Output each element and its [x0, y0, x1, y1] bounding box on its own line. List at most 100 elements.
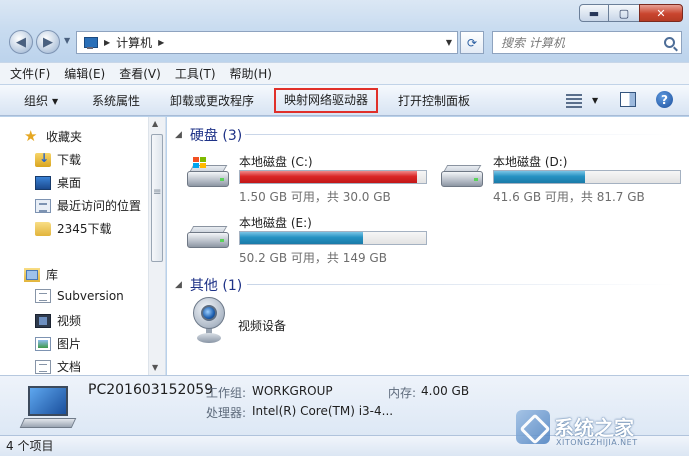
nav-label: 文档	[57, 360, 82, 374]
drive-name: 本地磁盘 (C:)	[239, 155, 313, 169]
memory-label: 内存:	[388, 386, 417, 400]
search-icon[interactable]	[664, 37, 675, 48]
drive-usage-fill	[240, 171, 417, 183]
refresh-icon: ⟳	[466, 35, 478, 50]
hard-drive-icon	[187, 224, 229, 252]
watermark-logo-icon	[516, 410, 550, 444]
section-hard-disks[interactable]: ◢ 硬盘 (3)	[175, 125, 242, 145]
chevron-right-icon[interactable]: ▶	[158, 38, 164, 47]
nav-2345-downloads[interactable]: 2345下载	[35, 220, 112, 237]
view-options-icon[interactable]	[566, 93, 582, 108]
maximize-button[interactable]: ▢	[608, 4, 640, 22]
arrow-left-icon: ◀	[16, 34, 26, 50]
folder-icon	[35, 221, 51, 236]
section-divider	[247, 284, 675, 285]
drive-usage-bar	[493, 170, 681, 184]
menu-tools[interactable]: 工具(T)	[175, 65, 216, 82]
section-title: 硬盘 (3)	[189, 128, 243, 144]
nav-videos[interactable]: 视频	[35, 312, 81, 329]
video-icon	[35, 313, 51, 328]
nav-label: 视频	[57, 314, 82, 328]
recent-pages-dropdown[interactable]: ▼	[64, 36, 70, 45]
drive-usage-bar	[239, 170, 427, 184]
scrollbar-thumb[interactable]	[151, 134, 163, 262]
forward-button[interactable]: ▶	[36, 30, 60, 54]
nav-desktop[interactable]: 桌面	[35, 174, 81, 191]
scroll-down-icon[interactable]: ▼	[152, 363, 158, 372]
section-other[interactable]: ◢ 其他 (1)	[175, 275, 242, 295]
workgroup-value: WORKGROUP	[252, 384, 333, 398]
organize-button[interactable]: 组织 ▼	[24, 92, 58, 109]
hard-drive-icon	[441, 163, 483, 191]
nav-scrollbar[interactable]: ▲ ▼	[148, 117, 165, 375]
minimize-icon: ▬	[588, 6, 600, 20]
chevron-right-icon[interactable]: ▶	[104, 38, 110, 47]
nav-subversion[interactable]: Subversion	[35, 289, 124, 303]
nav-label: 收藏夹	[46, 130, 83, 144]
breadcrumb-computer[interactable]: 计算机	[116, 34, 152, 51]
drive-name: 本地磁盘 (E:)	[239, 216, 312, 230]
drive-usage-bar	[239, 231, 427, 245]
menu-view[interactable]: 查看(V)	[119, 65, 161, 82]
system-properties-button[interactable]: 系统属性	[92, 92, 140, 109]
title-bar: ▬ ▢ ✕ ◀ ▶ ▼ ▶ 计算机 ▶ ▼ ⟳ 搜索 计算机	[0, 0, 689, 62]
menu-edit[interactable]: 编辑(E)	[64, 65, 105, 82]
scroll-up-icon[interactable]: ▲	[152, 119, 158, 128]
nav-downloads[interactable]: 下载	[35, 151, 81, 168]
arrow-right-icon: ▶	[43, 34, 53, 50]
close-icon: ✕	[656, 6, 666, 20]
library-doc-icon	[35, 289, 51, 303]
watermark-text: 系统之家	[554, 416, 634, 440]
item-count: 4 个项目	[6, 439, 54, 453]
open-control-panel-button[interactable]: 打开控制面板	[398, 92, 470, 109]
address-bar[interactable]: ▶ 计算机 ▶ ▼	[76, 31, 458, 54]
cpu-value: Intel(R) Core(TM) i3-4...	[252, 404, 394, 418]
minimize-button[interactable]: ▬	[579, 4, 609, 22]
nav-label: 桌面	[57, 176, 82, 190]
section-divider	[245, 134, 675, 135]
nav-label: 下载	[57, 153, 82, 167]
picture-icon	[35, 336, 51, 351]
nav-label: 图片	[57, 337, 82, 351]
drive-capacity: 41.6 GB 可用，共 81.7 GB	[493, 190, 645, 204]
search-input[interactable]: 搜索 计算机	[492, 31, 682, 54]
nav-recent-places[interactable]: 最近访问的位置	[35, 197, 141, 214]
map-network-drive-button[interactable]: 映射网络驱动器	[274, 88, 379, 113]
menu-file[interactable]: 文件(F)	[10, 65, 50, 82]
nav-documents[interactable]: 文档	[35, 358, 81, 375]
nav-label: 最近访问的位置	[57, 199, 142, 213]
webcam-icon[interactable]	[191, 297, 227, 345]
address-dropdown[interactable]: ▼	[446, 38, 452, 47]
drive-capacity: 1.50 GB 可用，共 30.0 GB	[239, 190, 391, 204]
nav-pictures[interactable]: 图片	[35, 335, 81, 352]
close-button[interactable]: ✕	[639, 4, 683, 22]
nav-favorites[interactable]: 收藏夹	[24, 127, 83, 145]
nav-label: 库	[46, 268, 59, 282]
search-placeholder: 搜索 计算机	[501, 36, 565, 50]
computer-icon	[19, 386, 77, 430]
view-dropdown[interactable]: ▼	[592, 96, 598, 105]
back-button[interactable]: ◀	[9, 30, 33, 54]
collapse-triangle-icon[interactable]: ◢	[175, 130, 182, 140]
drive-usage-fill	[494, 171, 586, 183]
refresh-button[interactable]: ⟳	[460, 31, 484, 54]
drive-capacity: 50.2 GB 可用，共 149 GB	[239, 251, 387, 265]
help-icon[interactable]: ?	[656, 91, 673, 108]
menu-help[interactable]: 帮助(H)	[230, 65, 272, 82]
window-controls: ▬ ▢ ✕	[579, 4, 683, 22]
workgroup-label: 工作组:	[206, 386, 247, 400]
computer-name: PC201603152059	[88, 382, 214, 398]
navigation-pane: 收藏夹 下载 桌面 最近访问的位置 2345下载 库 Subversion 视频…	[0, 117, 166, 375]
collapse-triangle-icon[interactable]: ◢	[175, 280, 182, 290]
preview-pane-icon[interactable]	[620, 92, 636, 107]
section-title: 其他 (1)	[189, 278, 243, 294]
command-bar: 组织 ▼ 系统属性 卸载或更改程序 映射网络驱动器 打开控制面板 ▼ ?	[0, 84, 689, 116]
content-pane: ◢ 硬盘 (3) 本地磁盘 (C:) 1.50 GB 可用，共 30.0 GB …	[167, 117, 689, 375]
menu-bar: 文件(F) 编辑(E) 查看(V) 工具(T) 帮助(H)	[0, 62, 689, 84]
uninstall-program-button[interactable]: 卸载或更改程序	[170, 92, 254, 109]
maximize-icon: ▢	[618, 6, 630, 20]
nav-libraries[interactable]: 库	[24, 266, 58, 283]
drive-usage-fill	[240, 232, 363, 244]
cpu-label: 处理器:	[206, 406, 247, 420]
webcam-label[interactable]: 视频设备	[238, 317, 286, 334]
